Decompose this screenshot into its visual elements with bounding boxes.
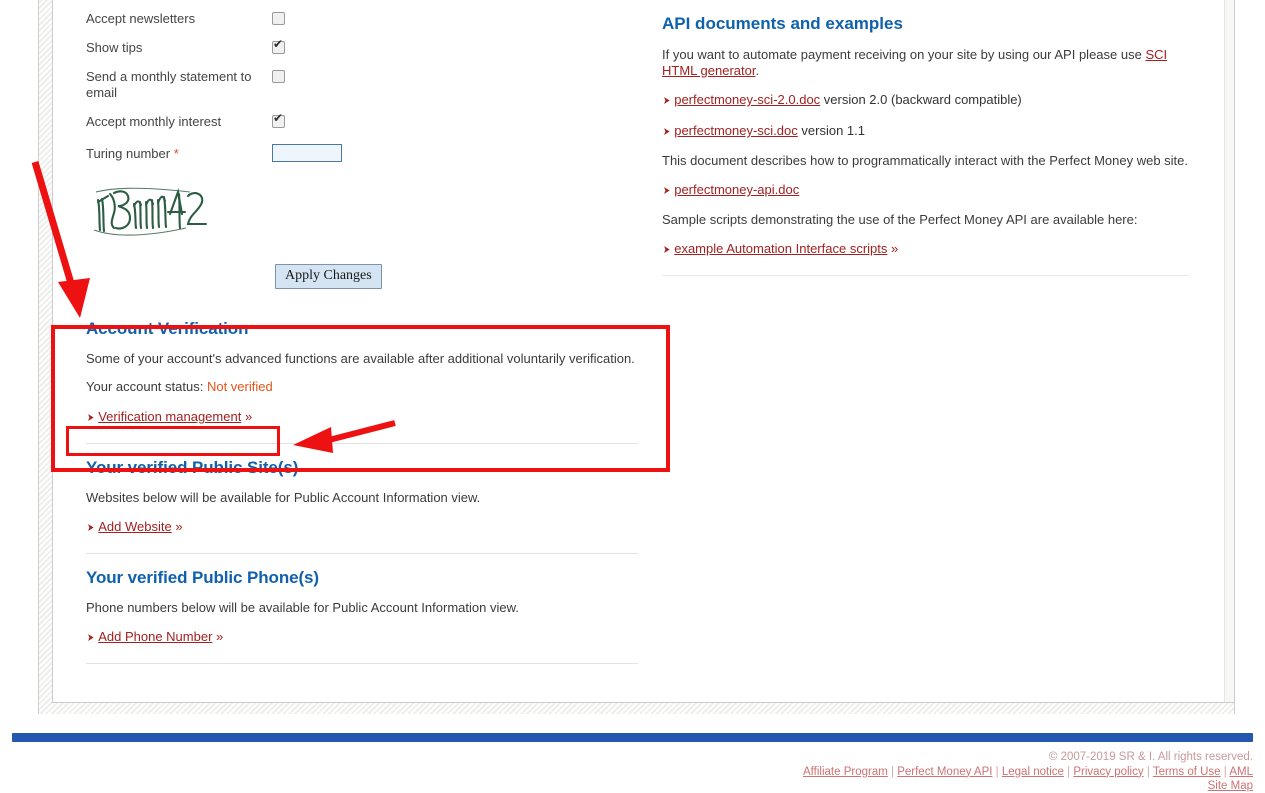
chevron-right-icon: ➤: [663, 95, 671, 107]
add-phone-number-row: ➤ Add Phone Number »: [86, 628, 638, 647]
accept-newsletters-label: Accept newsletters: [86, 11, 196, 26]
footer-links: Affiliate Program | Perfect Money API | …: [693, 765, 1253, 779]
footer-link-perfect-money-api[interactable]: Perfect Money API: [897, 766, 992, 778]
monthly-interest-label: Accept monthly interest: [86, 114, 222, 129]
footer-copyright: © 2007-2019 SR & I. All rights reserved.: [1048, 751, 1253, 763]
perfectmoney-api-doc-link[interactable]: perfectmoney-api.doc: [674, 182, 799, 197]
api-describe-paragraph: This document describes how to programma…: [662, 153, 1189, 168]
turing-number-row: Turing number *: [86, 144, 638, 170]
verification-management-row: ➤ Verification management »: [86, 408, 638, 427]
guillemet-icon: »: [891, 241, 899, 256]
api-sample-paragraph: Sample scripts demonstrating the use of …: [662, 212, 1138, 227]
footer-link-terms-of-use[interactable]: Terms of Use: [1153, 766, 1221, 778]
checkbox-row-show-tips: Show tips: [86, 38, 638, 56]
footer-separator: |: [1146, 765, 1150, 778]
api-doc-link-row: ➤ perfectmoney-api.doc: [662, 181, 1189, 200]
public-sites-heading: Your verified Public Site(s): [86, 458, 299, 477]
section-divider-phones: [86, 663, 638, 664]
turing-number-field-wrap: [272, 144, 638, 162]
guillemet-icon: »: [216, 629, 224, 644]
section-divider-verification: [86, 443, 638, 444]
example-scripts-row: ➤ example Automation Interface scripts »: [662, 240, 1189, 259]
perfectmoney-sci-version-text: version 1.1: [797, 123, 865, 138]
api-intro-paragraph: If you want to automate payment receivin…: [662, 47, 1189, 79]
footer-link-privacy-policy[interactable]: Privacy policy: [1073, 766, 1143, 778]
api-documents-section: API documents and examples If you want t…: [662, 14, 1189, 276]
account-verification-section: Account Verification Some of your accoun…: [86, 319, 638, 444]
guillemet-icon: »: [244, 409, 253, 424]
status-badge: Not verified: [206, 379, 273, 394]
checkbox-row-monthly-interest: Accept monthly interest: [86, 112, 638, 130]
accept-newsletters-checkbox[interactable]: [272, 12, 285, 25]
footer-separator: |: [1067, 765, 1071, 778]
chevron-right-icon: ➤: [87, 522, 95, 534]
example-automation-scripts-link[interactable]: example Automation Interface scripts: [674, 241, 887, 256]
add-website-link[interactable]: Add Website: [98, 519, 171, 534]
api-section-divider: [662, 275, 1189, 276]
perfectmoney-sci-20-doc-link[interactable]: perfectmoney-sci-2.0.doc: [674, 92, 820, 107]
account-status-line: Your account status: Not verified: [86, 379, 638, 394]
monthly-statement-label: Send a monthly statement to email: [86, 69, 252, 100]
show-tips-label: Show tips: [86, 40, 143, 55]
add-website-row: ➤ Add Website »: [86, 518, 638, 537]
account-verification-description: Some of your account's advanced function…: [86, 351, 635, 366]
footer-link-aml[interactable]: AML: [1229, 766, 1253, 778]
section-divider-sites: [86, 553, 638, 554]
public-sites-section: Your verified Public Site(s) Websites be…: [86, 458, 638, 554]
checkbox-row-accept-newsletters: Accept newsletters: [86, 9, 638, 27]
api-doc-item-row: ➤ perfectmoney-sci.doc version 1.1: [662, 122, 1189, 141]
perfectmoney-sci-20-version-text: version 2.0 (backward compatible): [820, 92, 1022, 107]
chevron-right-icon: ➤: [663, 126, 671, 138]
footer-link-legal-notice[interactable]: Legal notice: [1002, 766, 1064, 778]
monthly-statement-checkbox[interactable]: [272, 70, 285, 83]
chevron-right-icon: ➤: [663, 244, 671, 256]
card-right-gutter: [1224, 0, 1234, 702]
add-phone-number-link[interactable]: Add Phone Number: [98, 629, 212, 644]
public-phones-section: Your verified Public Phone(s) Phone numb…: [86, 568, 638, 664]
public-phones-description: Phone numbers below will be available fo…: [86, 600, 519, 615]
chevron-right-icon: ➤: [87, 632, 95, 644]
chevron-right-icon: ➤: [663, 185, 671, 197]
apply-changes-button[interactable]: Apply Changes: [275, 264, 382, 289]
api-intro-before: If you want to automate payment receivin…: [662, 47, 1146, 62]
footer-separator: |: [995, 765, 999, 778]
monthly-interest-checkbox[interactable]: [272, 112, 285, 128]
turing-number-label: Turing number *: [86, 144, 272, 162]
api-doc-item-row: ➤ perfectmoney-sci-2.0.doc version 2.0 (b…: [662, 91, 1189, 110]
verification-management-link[interactable]: Verification management: [98, 409, 241, 424]
footer: © 2007-2019 SR & I. All rights reserved.…: [693, 751, 1253, 793]
guillemet-icon: »: [175, 519, 183, 534]
chevron-right-icon: ➤: [87, 412, 95, 424]
checkbox-row-monthly-statement: Send a monthly statement to email: [86, 67, 638, 101]
account-verification-heading: Account Verification: [86, 319, 249, 338]
footer-separator: |: [1223, 765, 1227, 778]
footer-blue-bar: [12, 733, 1253, 742]
account-status-label: Your account status:: [86, 379, 204, 394]
footer-link-site-map[interactable]: Site Map: [693, 780, 1253, 793]
turing-number-input[interactable]: [272, 144, 342, 162]
public-sites-description: Websites below will be available for Pub…: [86, 490, 481, 505]
required-star: *: [173, 146, 179, 161]
footer-link-affiliate-program[interactable]: Affiliate Program: [803, 766, 888, 778]
public-phones-heading: Your verified Public Phone(s): [86, 568, 319, 587]
apply-changes-wrap: Apply Changes: [275, 264, 638, 289]
captcha-image: [90, 180, 210, 242]
api-intro-after: .: [755, 63, 760, 78]
footer-separator: |: [891, 765, 895, 778]
api-documents-heading: API documents and examples: [662, 14, 903, 33]
account-settings-form: Retype password Accept newsletters Show …: [86, 0, 638, 664]
show-tips-checkbox[interactable]: [272, 38, 285, 54]
turing-number-label-text: Turing number: [86, 146, 171, 161]
perfectmoney-sci-doc-link[interactable]: perfectmoney-sci.doc: [674, 123, 798, 138]
